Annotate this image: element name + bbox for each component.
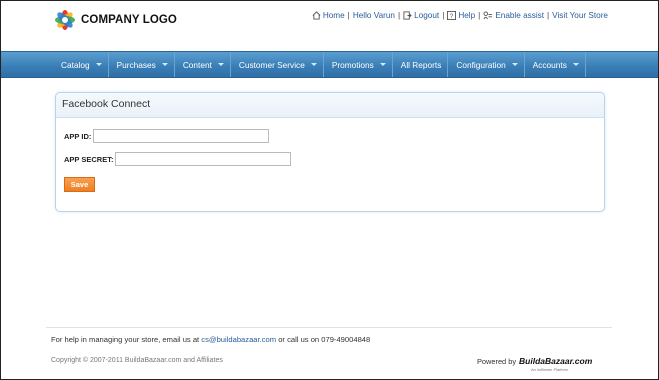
nav-item-label: Configuration	[456, 59, 506, 70]
chevron-down-icon	[161, 63, 168, 66]
chevron-down-icon	[511, 63, 518, 66]
nav-item-purchases[interactable]: Purchases	[109, 52, 175, 77]
nav-item-all-reports[interactable]: All Reports	[393, 52, 449, 77]
chevron-down-icon	[572, 63, 579, 66]
help-link[interactable]: Help	[458, 11, 475, 20]
app-secret-label: APP SECRET:	[64, 154, 114, 164]
powered-by: Powered by BuildaBazaar.com	[477, 356, 592, 366]
nav-item-promotions[interactable]: Promotions	[324, 52, 393, 77]
separator: |	[547, 11, 550, 20]
footer-divider	[46, 327, 612, 328]
nav-item-catalog[interactable]: Catalog	[53, 52, 109, 77]
logo-icon	[55, 10, 75, 30]
page-frame: COMPANY LOGO Home | Hello Varun | Logout…	[0, 0, 659, 380]
app-id-input[interactable]	[93, 129, 270, 143]
nav-item-label: Customer Service	[238, 59, 305, 70]
help-icon: ?	[447, 11, 457, 20]
separator: |	[398, 11, 401, 20]
nav-item-label: Accounts	[532, 59, 567, 70]
chevron-down-icon	[379, 63, 386, 66]
nav-item-accounts[interactable]: Accounts	[525, 52, 586, 77]
save-button[interactable]: Save	[64, 177, 95, 192]
header: COMPANY LOGO Home | Hello Varun | Logout…	[1, 1, 658, 51]
app-secret-row: APP SECRET:	[64, 152, 292, 166]
copyright: Copyright © 2007-2011 BuildaBazaar.com a…	[51, 357, 223, 364]
nav-item-content[interactable]: Content	[175, 52, 231, 77]
brand-logo[interactable]: BuildaBazaar.com	[519, 356, 592, 366]
separator: |	[478, 11, 481, 20]
logout-link[interactable]: Logout	[414, 11, 439, 20]
separator: |	[347, 11, 350, 20]
panel-title: Facebook Connect	[62, 98, 151, 110]
nav-item-configuration[interactable]: Configuration	[448, 52, 525, 77]
brand-tagline: An Infibeam Platform	[531, 367, 569, 372]
nav-item-label: Content	[182, 59, 212, 70]
chevron-down-icon	[310, 63, 317, 66]
app-secret-input[interactable]	[115, 152, 292, 166]
enable-assist-link[interactable]: Enable assist	[495, 11, 544, 20]
powered-by-label: Powered by	[477, 357, 517, 366]
hello-user-link[interactable]: Hello Varun	[353, 11, 395, 20]
chevron-down-icon	[95, 63, 102, 66]
top-links: Home | Hello Varun | Logout | ? Help | E…	[312, 11, 608, 20]
nav-item-label: Promotions	[331, 59, 374, 70]
nav-item-label: Purchases	[116, 59, 156, 70]
help-suffix: or call us on 079-49004848	[276, 335, 371, 344]
logout-icon	[403, 11, 412, 20]
app-id-row: APP ID:	[64, 129, 270, 143]
visit-store-link[interactable]: Visit Your Store	[552, 11, 608, 20]
nav-item-customer-service[interactable]: Customer Service	[231, 52, 324, 77]
help-prefix: For help in managing your store, email u…	[51, 335, 202, 344]
assist-icon	[483, 11, 493, 20]
panel-header: Facebook Connect	[56, 93, 604, 118]
facebook-connect-panel: Facebook Connect APP ID: APP SECRET: Sav…	[55, 92, 605, 212]
home-icon	[312, 11, 321, 20]
home-link[interactable]: Home	[323, 11, 345, 20]
support-email-link[interactable]: cs@buildabazaar.com	[201, 335, 276, 344]
app-id-label: APP ID:	[64, 131, 92, 141]
nav-item-label: All Reports	[400, 59, 442, 70]
separator: |	[442, 11, 445, 20]
main-nav: Catalog Purchases Content Customer Servi…	[1, 51, 658, 78]
svg-text:?: ?	[450, 13, 454, 20]
footer-help: For help in managing your store, email u…	[51, 335, 370, 344]
company-logo[interactable]: COMPANY LOGO	[53, 7, 177, 33]
chevron-down-icon	[217, 63, 224, 66]
logo-text: COMPANY LOGO	[81, 14, 177, 26]
nav-item-label: Catalog	[61, 59, 90, 70]
